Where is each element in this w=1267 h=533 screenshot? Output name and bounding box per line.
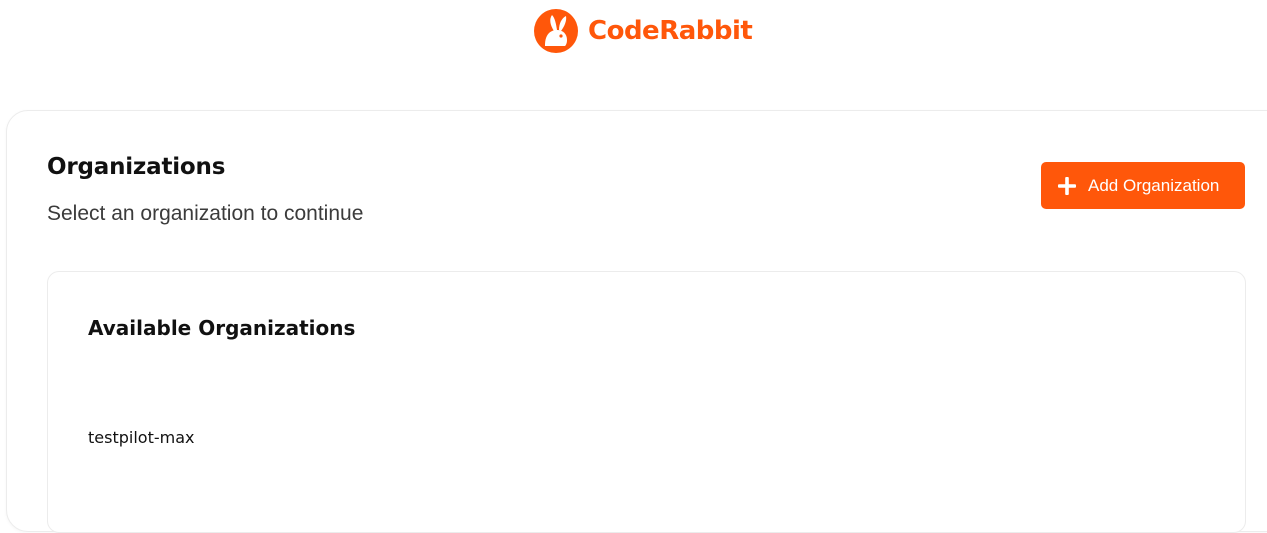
add-organization-button[interactable]: Add Organization [1041, 162, 1245, 209]
page-title: Organizations [47, 154, 226, 180]
page-subtitle: Select an organization to continue [47, 202, 364, 225]
available-organizations-title: Available Organizations [88, 316, 356, 340]
add-organization-label: Add Organization [1088, 175, 1220, 195]
brand-header: CodeRabbit [532, 8, 753, 54]
rabbit-logo-icon [534, 9, 578, 53]
plus-icon [1058, 176, 1076, 195]
available-organizations-panel [47, 271, 1246, 533]
organization-item[interactable]: testpilot-max [88, 428, 194, 447]
brand-name: CodeRabbit [588, 16, 753, 46]
